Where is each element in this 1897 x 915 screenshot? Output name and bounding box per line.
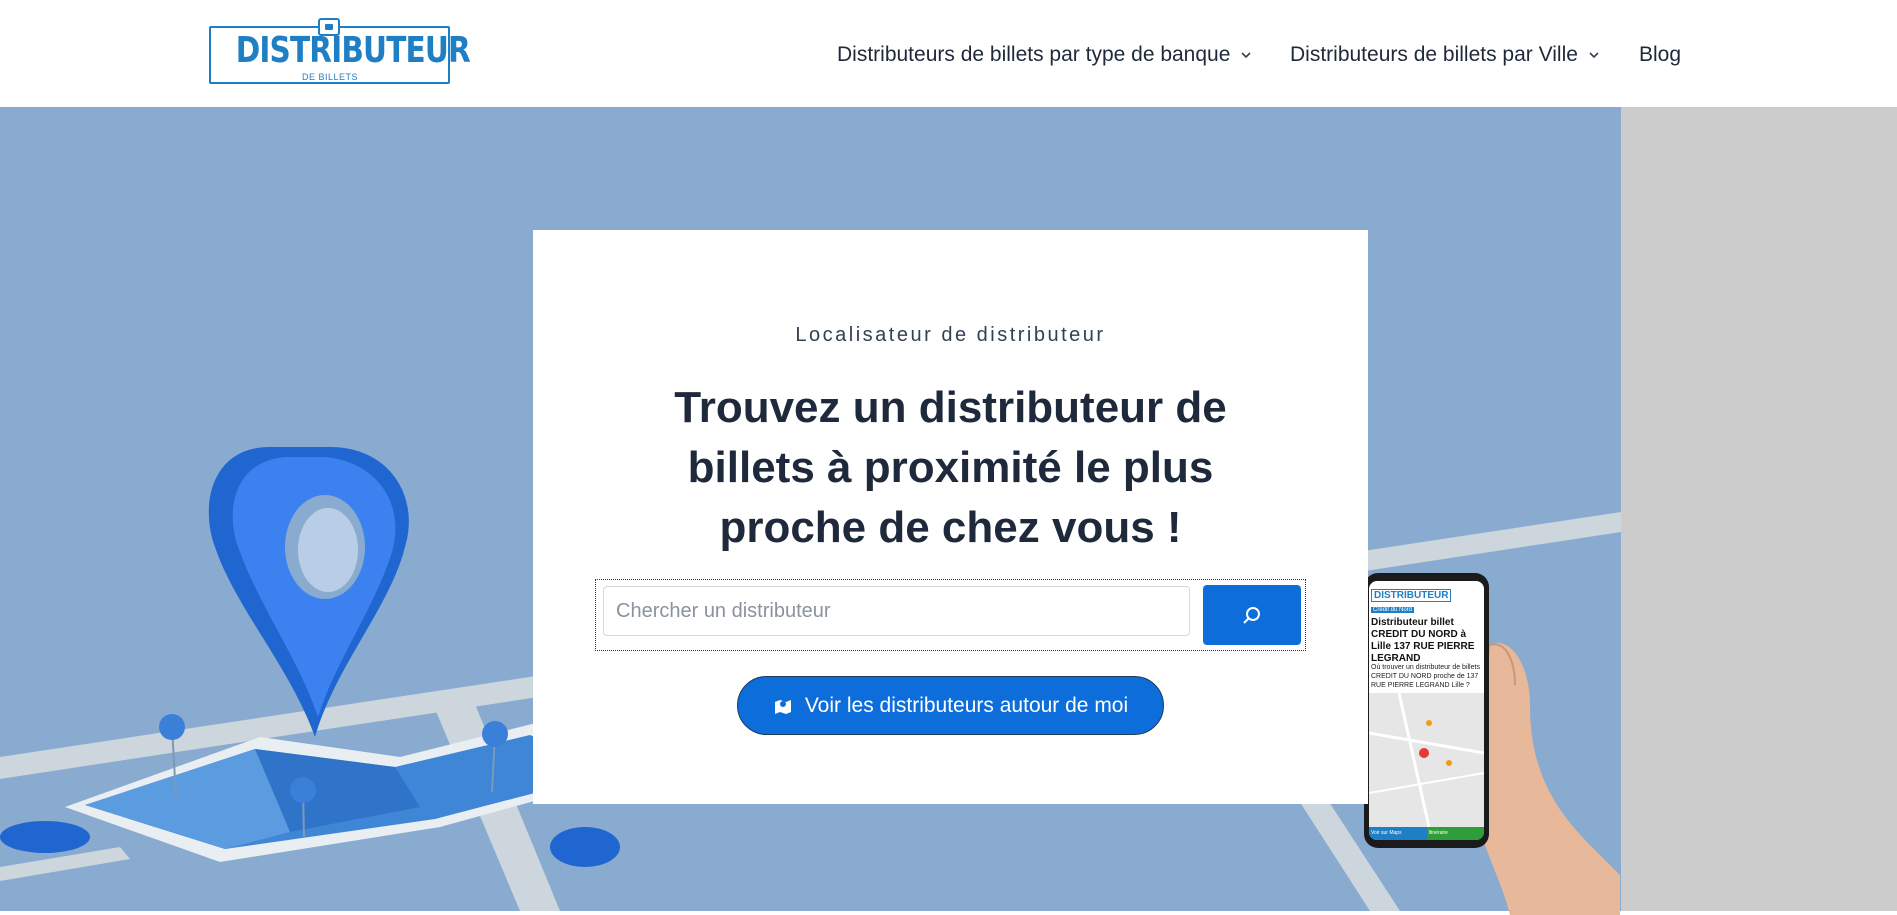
search-form xyxy=(595,579,1306,651)
phone-text: Où trouver un distributeur de billets CR… xyxy=(1371,664,1480,689)
phone-bar-right: Itinéraire xyxy=(1426,827,1484,840)
map-pin-icon xyxy=(774,699,791,714)
nav-label: Blog xyxy=(1639,43,1682,66)
side-strip xyxy=(1621,107,1897,911)
phone-bar-left: Voir sur Maps xyxy=(1371,830,1402,836)
logo-wordmark: DISTRIBUTEUR xyxy=(235,30,471,71)
phone-screen: DISTRIBUTEUR Crédit du Nord Distributeur… xyxy=(1369,581,1484,840)
logo-subtitle: DE BILLETS xyxy=(299,72,362,82)
search-icon xyxy=(1243,607,1260,624)
phone-mockup: DISTRIBUTEUR Crédit du Nord Distributeur… xyxy=(1364,573,1489,848)
phone-tag: Crédit du Nord xyxy=(1371,607,1415,613)
nav-item-city[interactable]: Distributeurs de billets par Ville xyxy=(1290,40,1600,70)
nav-item-blog[interactable]: Blog xyxy=(1639,40,1681,70)
nav-item-bank-type[interactable]: Distributeurs de billets par type de ban… xyxy=(837,40,1252,70)
eyebrow-text: Localisateur de distributeur xyxy=(795,324,1106,346)
chevron-down-icon xyxy=(1589,52,1599,59)
nav-label: Distributeurs de billets par type de ban… xyxy=(837,43,1231,66)
phone-action-bar: Voir sur Maps Itinéraire xyxy=(1369,827,1484,840)
map-graphic xyxy=(1369,692,1484,828)
chevron-down-icon xyxy=(1241,52,1251,59)
nearby-distributors-button[interactable]: Voir les distributeurs autour de moi xyxy=(737,676,1164,735)
nav-label: Distributeurs de billets par Ville xyxy=(1290,43,1578,66)
phone-title: Distributeur billet CREDIT DU NORD à Lil… xyxy=(1371,617,1475,664)
site-header: DISTRIBUTEUR DE BILLETS Distributeurs de… xyxy=(0,0,1897,107)
locator-card: Localisateur de distributeur Trouvez un … xyxy=(533,230,1368,804)
phone-map xyxy=(1369,692,1484,828)
search-button[interactable] xyxy=(1203,585,1301,645)
site-logo[interactable]: DISTRIBUTEUR DE BILLETS xyxy=(209,18,471,85)
page-title: Trouvez un distributeur de billets à pro… xyxy=(674,383,1227,552)
search-input[interactable] xyxy=(603,586,1190,636)
hand-illustration xyxy=(1475,643,1620,915)
nearby-button-label: Voir les distributeurs autour de moi xyxy=(804,693,1129,717)
phone-logo: DISTRIBUTEUR xyxy=(1371,589,1452,602)
